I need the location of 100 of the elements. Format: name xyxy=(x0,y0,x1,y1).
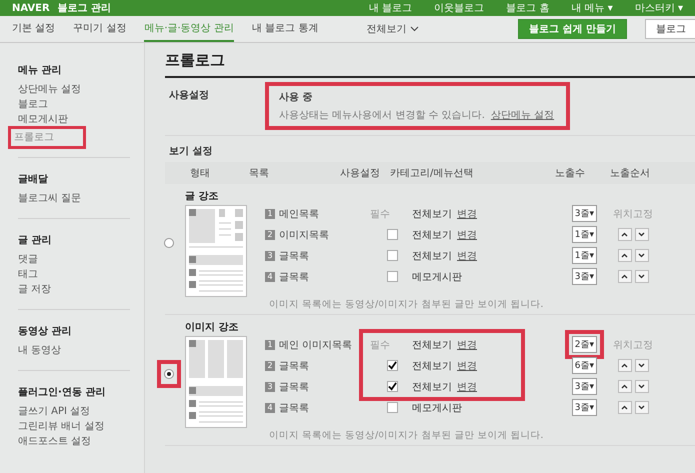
column-header: 목록 xyxy=(248,167,270,180)
sidebar-item[interactable]: 메모게시판 xyxy=(18,112,130,127)
move-down-button[interactable] xyxy=(634,359,648,372)
list-name: 3 글목록 xyxy=(265,380,310,394)
checkbox[interactable] xyxy=(387,402,398,413)
check-icon xyxy=(388,361,397,370)
checkbox[interactable] xyxy=(387,229,398,240)
layout-note: 이미지 목록에는 동영상/이미지가 첨부된 글만 보이게 됩니다. xyxy=(165,297,695,315)
top-link[interactable]: 내 메뉴 ▾ xyxy=(571,1,613,15)
move-up-button[interactable] xyxy=(618,380,632,393)
sidebar-heading: 플러그인·연동 관리 xyxy=(18,386,106,399)
top-link[interactable]: 이웃블로그 xyxy=(434,1,484,15)
number-badge: 4 xyxy=(265,402,275,412)
category-label: 전체보기 xyxy=(412,208,452,220)
sidebar-item[interactable]: 그린리뷰 배너 설정 xyxy=(18,419,130,434)
blog-button[interactable]: 블로그 xyxy=(645,19,695,39)
chevron-up-icon xyxy=(621,253,628,258)
sidebar-item[interactable]: 애드포스트 설정 xyxy=(18,434,130,449)
count-select[interactable]: 2줄▾ xyxy=(572,336,597,353)
list-name: 3 글목록 xyxy=(265,250,310,262)
count-select[interactable]: 3줄▾ xyxy=(572,205,597,222)
page-title: 프롤로그 xyxy=(165,51,695,78)
category-label: 메모게시판 xyxy=(412,402,462,414)
move-down-button[interactable] xyxy=(634,401,648,414)
move-up-button[interactable] xyxy=(618,228,632,241)
count-select[interactable]: 3줄▾ xyxy=(572,399,597,416)
logo[interactable]: NAVER xyxy=(12,2,50,14)
top-link[interactable]: 마스터키 ▾ xyxy=(634,1,683,15)
category-label: 메모게시판 xyxy=(412,270,462,284)
layout-radio[interactable] xyxy=(164,369,174,379)
count-select[interactable]: 1줄▾ xyxy=(572,247,597,264)
checkbox[interactable] xyxy=(387,381,398,392)
move-down-button[interactable] xyxy=(634,249,648,262)
move-up-button[interactable] xyxy=(618,270,632,283)
layout-radio[interactable] xyxy=(164,238,174,248)
change-link[interactable]: 변경 xyxy=(457,358,477,372)
sidebar-item[interactable]: 태그 xyxy=(18,267,130,282)
change-link[interactable]: 변경 xyxy=(457,380,477,394)
checkbox[interactable] xyxy=(387,360,398,371)
layout-note: 이미지 목록에는 동영상/이미지가 첨부된 글만 보이게 됩니다. xyxy=(165,428,695,446)
list-name: 1 메인 이미지목록 xyxy=(265,338,354,352)
count-select[interactable]: 3줄▾ xyxy=(572,378,597,395)
move-down-button[interactable] xyxy=(634,380,648,393)
sidebar-heading: 글배달 xyxy=(18,173,49,186)
sidebar-item[interactable]: 글 저장 xyxy=(18,282,130,297)
change-link[interactable]: 변경 xyxy=(457,228,477,242)
checkbox[interactable] xyxy=(387,271,398,282)
category-label: 전체보기 xyxy=(412,250,452,262)
top-link[interactable]: 블로그 홈 xyxy=(506,1,550,15)
sidebar-item[interactable]: 내 동영상 xyxy=(18,343,130,358)
chevron-down-icon xyxy=(410,26,420,32)
top-menu-settings-link[interactable]: 상단메뉴 설정 xyxy=(490,110,554,121)
nav-tab[interactable]: 메뉴·글·동영상 관리 xyxy=(144,16,234,42)
top-link[interactable]: 내 블로그 xyxy=(369,1,412,15)
required-label: 필수 xyxy=(370,208,391,220)
chevron-down-icon xyxy=(638,232,645,237)
nav-tab[interactable]: 꾸미기 설정 xyxy=(73,16,126,42)
list-name: 2 글목록 xyxy=(265,360,310,372)
layout-title: 글 강조 xyxy=(185,190,220,203)
sidebar-item[interactable]: 상단메뉴 설정 xyxy=(18,82,130,97)
layout-title: 이미지 강조 xyxy=(185,321,240,334)
chevron-down-icon xyxy=(638,274,645,279)
list-name: 4 글목록 xyxy=(265,270,310,284)
sidebar-item[interactable]: 블로그 xyxy=(18,97,130,112)
count-select[interactable]: 6줄▾ xyxy=(572,357,597,374)
list-name: 1 메인목록 xyxy=(265,208,320,220)
change-link[interactable]: 변경 xyxy=(457,206,477,220)
category-label: 전체보기 xyxy=(412,380,452,394)
sidebar-item[interactable]: 댓글 xyxy=(18,252,130,267)
move-up-button[interactable] xyxy=(618,249,632,262)
count-select[interactable]: 3줄▾ xyxy=(572,268,597,285)
chevron-up-icon xyxy=(621,363,628,368)
create-blog-button[interactable]: 블로그 쉽게 만들기 xyxy=(518,19,627,39)
chevron-down-icon xyxy=(638,384,645,389)
list-name: 4 글목록 xyxy=(265,402,310,414)
number-badge: 1 xyxy=(265,208,275,218)
checkbox[interactable] xyxy=(387,250,398,261)
count-select[interactable]: 1줄▾ xyxy=(572,226,597,243)
chevron-down-icon xyxy=(638,405,645,410)
category-label: 전체보기 xyxy=(412,228,452,242)
fixed-position-label: 위치고정 xyxy=(613,338,653,352)
nav-tab[interactable]: 내 블로그 통계 xyxy=(252,16,318,42)
change-link[interactable]: 변경 xyxy=(457,248,477,262)
column-header: 사용설정 xyxy=(339,167,381,180)
nav-tab[interactable]: 기본 설정 xyxy=(12,16,56,42)
sidebar-item[interactable]: 블로그씨 질문 xyxy=(18,191,130,206)
change-link[interactable]: 변경 xyxy=(457,338,477,352)
chevron-down-icon xyxy=(638,363,645,368)
number-badge: 3 xyxy=(265,382,275,392)
number-badge: 1 xyxy=(265,340,275,350)
required-label: 필수 xyxy=(370,338,391,352)
move-down-button[interactable] xyxy=(634,228,648,241)
view-all-dropdown[interactable]: 전체보기 xyxy=(366,16,420,42)
sidebar-item[interactable]: 글쓰기 API 설정 xyxy=(18,404,130,419)
site-title: 블로그 관리 xyxy=(58,2,112,15)
move-down-button[interactable] xyxy=(634,270,648,283)
move-up-button[interactable] xyxy=(618,401,632,414)
move-up-button[interactable] xyxy=(618,359,632,372)
number-badge: 2 xyxy=(265,230,275,240)
sidebar-heading: 동영상 관리 xyxy=(18,325,72,338)
